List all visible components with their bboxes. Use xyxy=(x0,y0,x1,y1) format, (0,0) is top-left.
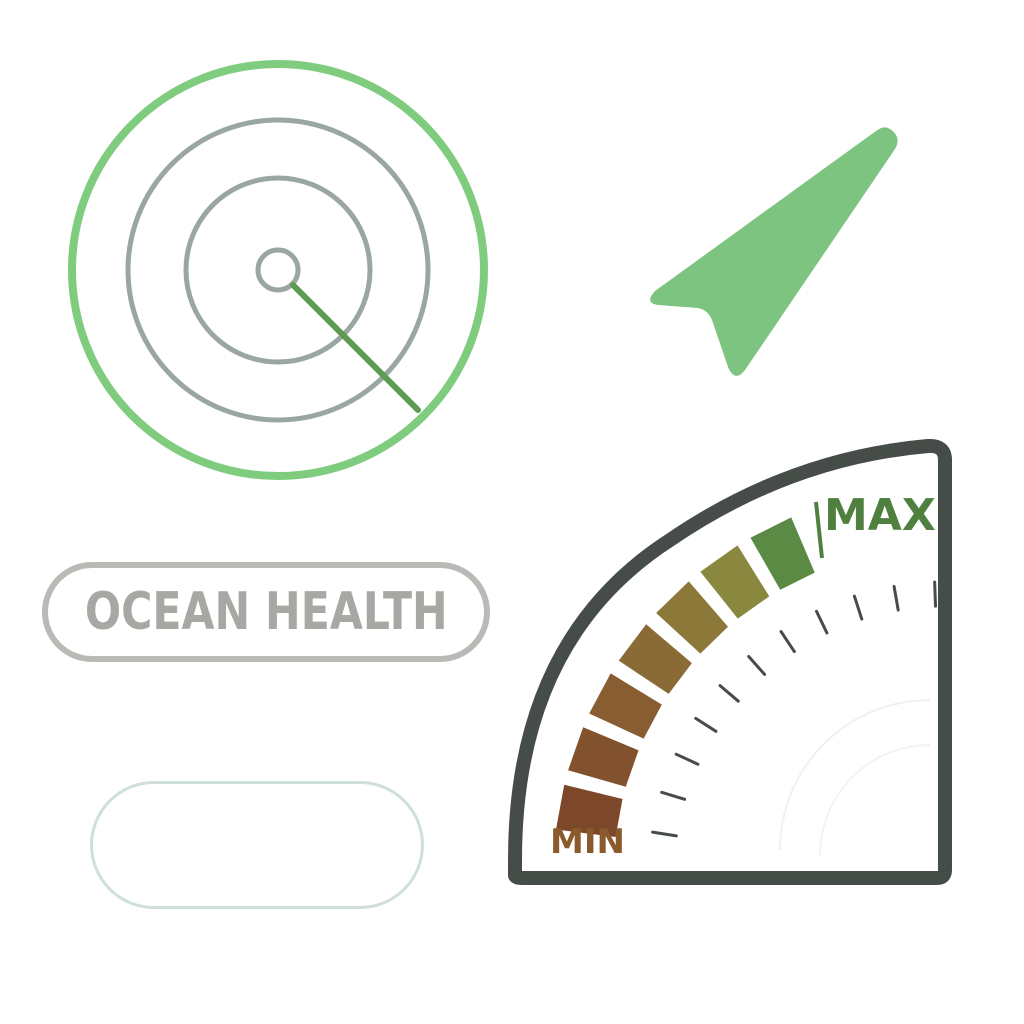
gauge-max-label: MAX xyxy=(824,490,936,541)
badge-label: OCEAN HEALTH xyxy=(84,582,448,642)
navigation-arrow-icon xyxy=(650,127,898,376)
gauge-tick xyxy=(933,580,938,608)
navigation-arrow-shape xyxy=(650,127,898,376)
empty-pill-field xyxy=(90,781,424,909)
gauge-min-label: MIN xyxy=(550,822,625,862)
gauge-meter-icon: MAX MIN xyxy=(508,438,952,885)
radar-outer-ring xyxy=(68,60,488,480)
ocean-health-badge: OCEAN HEALTH xyxy=(42,562,490,662)
radar-icon xyxy=(68,60,488,480)
radar-sweep-line xyxy=(290,282,421,413)
